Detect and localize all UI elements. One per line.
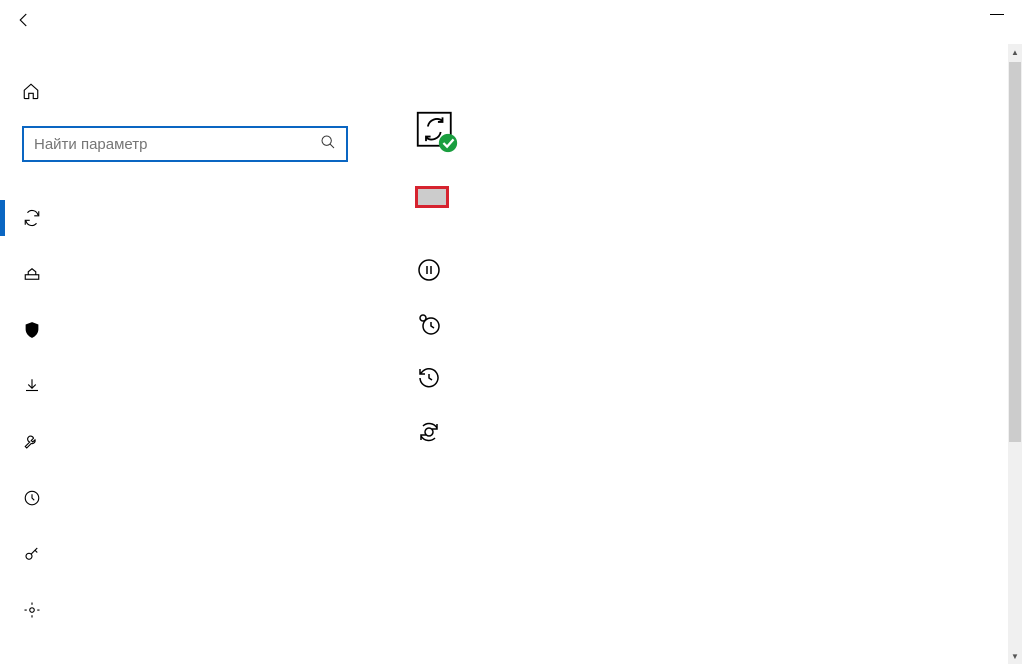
pause-icon <box>415 256 443 282</box>
scroll-thumb[interactable] <box>1009 62 1021 442</box>
sidebar-item-update-center[interactable] <box>0 190 365 246</box>
search-input[interactable] <box>34 136 306 153</box>
sidebar-item-security[interactable] <box>0 302 365 358</box>
search-icon <box>320 134 336 154</box>
key-icon <box>22 545 42 563</box>
sidebar-item-backup[interactable] <box>0 358 365 414</box>
sync-icon <box>22 209 42 227</box>
backup-icon <box>22 377 42 395</box>
scroll-up-icon[interactable]: ▲ <box>1008 44 1022 60</box>
history-icon <box>415 364 443 390</box>
sidebar-item-troubleshoot[interactable] <box>0 414 365 470</box>
option-active-hours[interactable] <box>415 296 1004 350</box>
option-pause[interactable] <box>415 242 1004 296</box>
main-content <box>365 40 1024 668</box>
recovery-icon <box>22 489 42 507</box>
scroll-down-icon[interactable]: ▼ <box>1008 648 1022 664</box>
scrollbar[interactable]: ▲ ▼ <box>1008 44 1022 664</box>
back-icon[interactable] <box>12 11 36 29</box>
delivery-icon <box>22 265 42 283</box>
sidebar-nav <box>0 190 365 638</box>
check-updates-button[interactable] <box>415 186 449 208</box>
title-bar <box>0 0 1024 40</box>
home-icon <box>22 82 40 100</box>
option-history[interactable] <box>415 350 1004 404</box>
wrench-icon <box>22 433 42 451</box>
gear-sync-icon <box>415 418 443 444</box>
minimize-button[interactable] <box>990 14 1004 15</box>
sidebar-item-find-device[interactable] <box>0 582 365 638</box>
sidebar <box>0 40 365 668</box>
search-box[interactable] <box>22 126 348 162</box>
shield-icon <box>22 321 42 339</box>
status-icon <box>415 110 459 158</box>
update-status <box>415 110 1004 158</box>
clock-icon <box>415 310 443 336</box>
sidebar-item-recovery[interactable] <box>0 470 365 526</box>
option-advanced[interactable] <box>415 404 1004 458</box>
options-list <box>415 242 1004 458</box>
locate-icon <box>22 601 42 619</box>
sidebar-item-delivery[interactable] <box>0 246 365 302</box>
sidebar-item-activation[interactable] <box>0 526 365 582</box>
sidebar-home[interactable] <box>22 74 365 108</box>
